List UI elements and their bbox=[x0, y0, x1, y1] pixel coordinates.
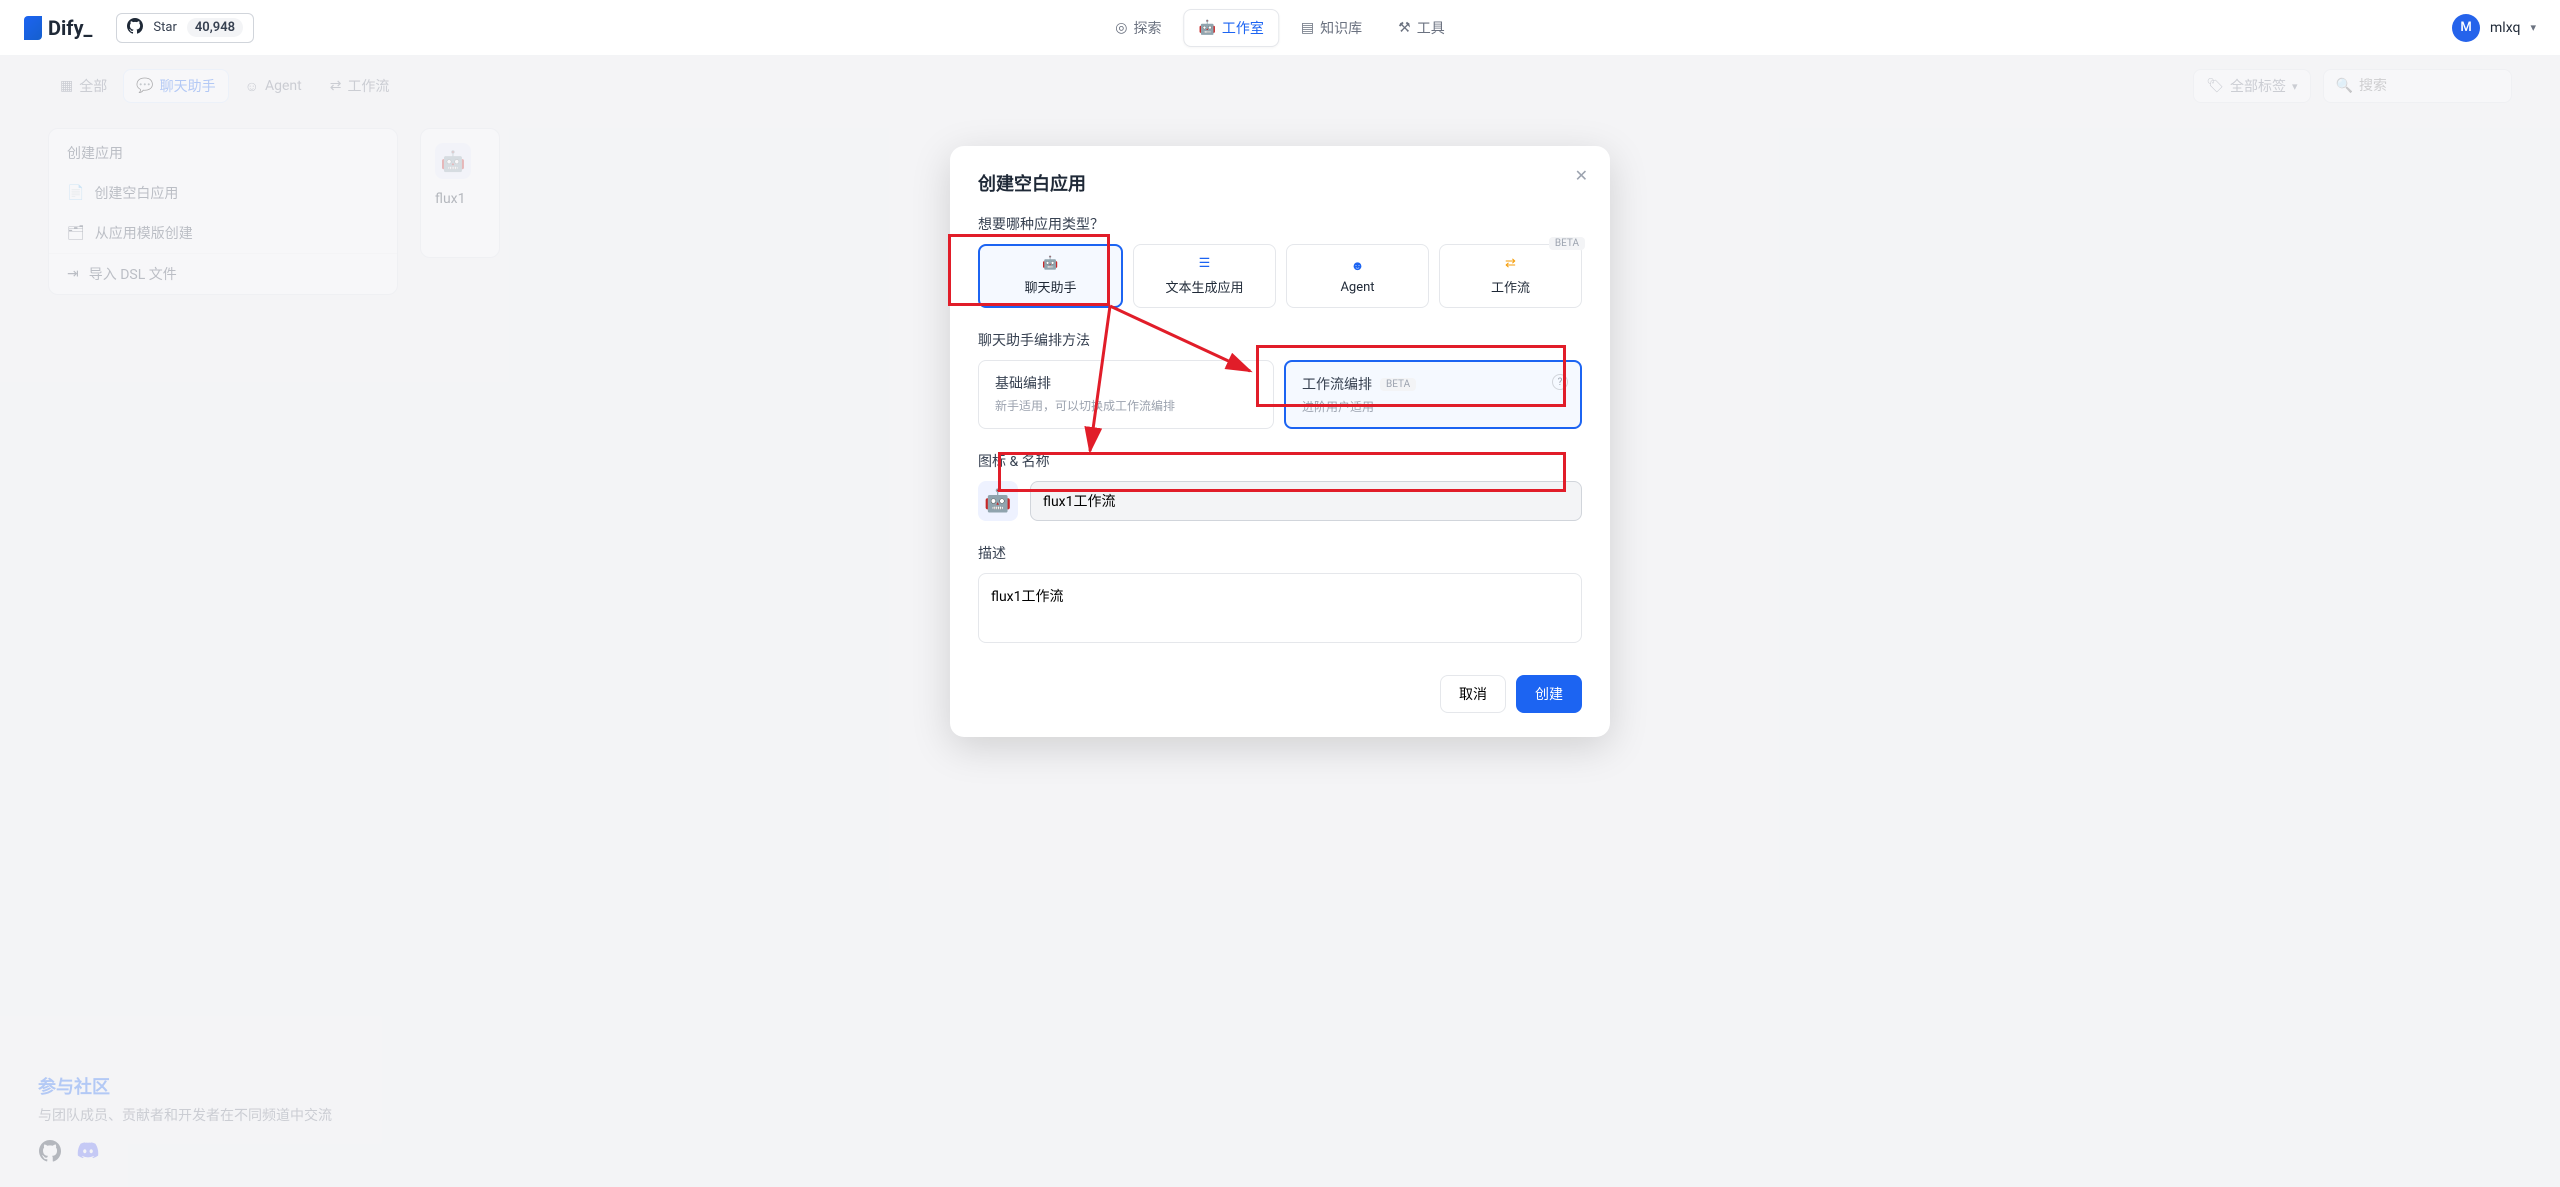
arrange-card-workflow[interactable]: 工作流编排 BETA 进阶用户适用 ? bbox=[1284, 360, 1582, 429]
logo-text: Dify_ bbox=[48, 16, 92, 40]
type-workflow-label: 工作流 bbox=[1491, 277, 1530, 296]
book-icon: ▤ bbox=[1301, 20, 1314, 36]
create-button[interactable]: 创建 bbox=[1516, 675, 1582, 713]
compass-icon: ◎ bbox=[1115, 20, 1127, 36]
arrange-card-basic[interactable]: 基础编排 新手适用，可以切换成工作流编排 bbox=[978, 360, 1274, 429]
arrange-workflow-title: 工作流编排 bbox=[1302, 374, 1372, 394]
avatar[interactable]: M bbox=[2452, 14, 2480, 42]
type-agent-label: Agent bbox=[1340, 280, 1374, 295]
desc-label: 描述 bbox=[978, 543, 1582, 563]
type-chat-label: 聊天助手 bbox=[1024, 277, 1076, 296]
type-textgen-label: 文本生成应用 bbox=[1165, 277, 1243, 296]
icon-name-label: 图标 & 名称 bbox=[978, 451, 1582, 471]
type-grid: 🤖 聊天助手 ☰ 文本生成应用 ☻ Agent BETA ⇄ 工作流 bbox=[978, 244, 1582, 308]
name-row: 🤖 bbox=[978, 481, 1582, 521]
nav-center: ◎ 探索 🤖 工作室 ▤ 知识库 ⚒ 工具 bbox=[1101, 9, 1458, 47]
nav-tools[interactable]: ⚒ 工具 bbox=[1384, 9, 1459, 47]
nav-knowledge-label: 知识库 bbox=[1320, 18, 1362, 38]
nav-explore[interactable]: ◎ 探索 bbox=[1101, 9, 1175, 47]
nav-workspace[interactable]: 🤖 工作室 bbox=[1183, 9, 1278, 47]
github-icon bbox=[127, 18, 143, 38]
chat-robot-icon: 🤖 bbox=[1042, 256, 1058, 271]
arrange-question: 聊天助手编排方法 bbox=[978, 330, 1582, 350]
nav-knowledge[interactable]: ▤ 知识库 bbox=[1287, 9, 1376, 47]
type-card-workflow[interactable]: BETA ⇄ 工作流 bbox=[1439, 244, 1582, 308]
github-star-label: Star bbox=[153, 20, 176, 35]
app-header: Dify_ Star 40,948 ◎ 探索 🤖 工作室 ▤ 知识库 ⚒ 工具 … bbox=[0, 0, 2560, 56]
arrange-basic-sub: 新手适用，可以切换成工作流编排 bbox=[995, 397, 1257, 414]
user-name[interactable]: mlxq bbox=[2490, 20, 2520, 36]
hammer-icon: ⚒ bbox=[1398, 20, 1411, 36]
avatar-initial: M bbox=[2460, 20, 2471, 35]
app-desc-input[interactable] bbox=[978, 573, 1582, 643]
chevron-down-icon[interactable]: ▾ bbox=[2530, 21, 2536, 34]
github-star-count: 40,948 bbox=[187, 18, 243, 37]
modal-actions: 取消 创建 bbox=[978, 675, 1582, 713]
logo-mark-icon bbox=[24, 16, 42, 40]
header-right: M mlxq ▾ bbox=[2452, 14, 2536, 42]
beta-badge: BETA bbox=[1549, 237, 1585, 250]
text-icon: ☰ bbox=[1199, 256, 1211, 271]
workflow-icon: ⇄ bbox=[1505, 256, 1516, 271]
arrange-basic-title: 基础编排 bbox=[995, 373, 1257, 393]
arrange-workflow-sub: 进阶用户适用 bbox=[1302, 398, 1564, 415]
beta-badge: BETA bbox=[1380, 378, 1416, 391]
robot-icon: 🤖 bbox=[1198, 20, 1215, 36]
nav-explore-label: 探索 bbox=[1133, 18, 1161, 38]
create-app-modal: ✕ 创建空白应用 想要哪种应用类型？ 🤖 聊天助手 ☰ 文本生成应用 ☻ Age… bbox=[950, 146, 1610, 737]
cancel-button[interactable]: 取消 bbox=[1440, 675, 1506, 713]
type-question: 想要哪种应用类型？ bbox=[978, 214, 1582, 234]
help-icon[interactable]: ? bbox=[1552, 374, 1568, 390]
nav-workspace-label: 工作室 bbox=[1222, 18, 1264, 38]
arrange-grid: 基础编排 新手适用，可以切换成工作流编排 工作流编排 BETA 进阶用户适用 ? bbox=[978, 360, 1582, 429]
app-icon-picker[interactable]: 🤖 bbox=[978, 481, 1018, 521]
nav-tools-label: 工具 bbox=[1417, 18, 1445, 38]
page-body: ▦全部 💬聊天助手 ☺Agent ⇄工作流 🏷全部标签▾ 🔍 创建应用 📄创建空… bbox=[0, 56, 2560, 1187]
github-star-button[interactable]: Star 40,948 bbox=[116, 13, 254, 43]
modal-title: 创建空白应用 bbox=[978, 170, 1582, 196]
agent-face-icon: ☻ bbox=[1351, 258, 1365, 274]
type-card-chat[interactable]: 🤖 聊天助手 bbox=[978, 244, 1123, 308]
type-card-agent[interactable]: ☻ Agent bbox=[1286, 244, 1429, 308]
close-icon[interactable]: ✕ bbox=[1575, 166, 1588, 185]
app-name-input[interactable] bbox=[1030, 481, 1582, 521]
logo[interactable]: Dify_ bbox=[24, 16, 92, 40]
type-card-textgen[interactable]: ☰ 文本生成应用 bbox=[1133, 244, 1276, 308]
